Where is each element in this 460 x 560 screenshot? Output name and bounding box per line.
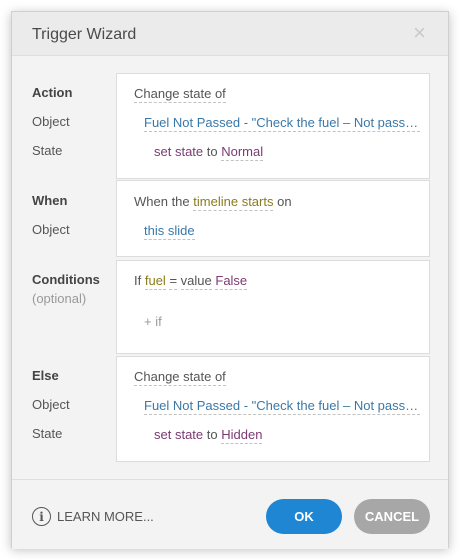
condition-value-dropdown[interactable]: False <box>215 273 248 290</box>
else-to-text: to <box>206 427 218 442</box>
on-text: on <box>277 194 292 209</box>
learn-more-label: LEARN MORE... <box>57 509 154 524</box>
value-type-dropdown[interactable]: value <box>180 273 212 290</box>
operator-dropdown[interactable]: = <box>169 273 178 290</box>
conditions-optional-label: (optional) <box>32 291 87 306</box>
else-state-dropdown[interactable]: Hidden <box>221 427 263 444</box>
else-action-dropdown[interactable]: Change state of <box>134 369 226 386</box>
action-state-dropdown[interactable]: Normal <box>221 144 264 161</box>
when-panel: When the timeline starts on this slide <box>116 180 430 257</box>
else-object-dropdown[interactable]: Fuel Not Passed - "Check the fuel – Not … <box>144 398 420 415</box>
action-label: Action <box>32 85 73 100</box>
dialog-footer: i LEARN MORE... OK CANCEL <box>12 479 448 549</box>
cancel-button[interactable]: CANCEL <box>354 499 430 534</box>
add-if-link[interactable]: + if <box>144 314 162 329</box>
when-label: When <box>32 193 68 208</box>
action-object-dropdown[interactable]: Fuel Not Passed - "Check the fuel – Not … <box>144 115 420 132</box>
action-panel: Change state of Fuel Not Passed - "Check… <box>116 73 430 179</box>
action-object-label: Object <box>32 114 70 129</box>
when-object-dropdown[interactable]: this slide <box>144 223 195 240</box>
set-state-label: set state <box>154 144 204 159</box>
else-panel: Change state of Fuel Not Passed - "Check… <box>116 356 430 462</box>
dialog-titlebar: Trigger Wizard × <box>12 12 448 56</box>
action-state-label: State <box>32 143 63 158</box>
close-icon[interactable]: × <box>413 22 426 44</box>
else-state-label: State <box>32 426 63 441</box>
conditions-panel: If fuel = value False + if <box>116 260 430 354</box>
to-text: to <box>206 144 218 159</box>
event-dropdown[interactable]: timeline starts <box>193 194 274 211</box>
action-dropdown[interactable]: Change state of <box>134 86 226 103</box>
learn-more-link[interactable]: i LEARN MORE... <box>32 507 154 526</box>
dialog-title: Trigger Wizard <box>32 26 137 43</box>
if-text: If <box>134 273 142 288</box>
trigger-wizard-dialog: Trigger Wizard × Action Object State Cha… <box>11 11 449 549</box>
else-label: Else <box>32 368 59 383</box>
else-set-state-label: set state <box>154 427 204 442</box>
variable-dropdown[interactable]: fuel <box>144 273 166 290</box>
info-icon: i <box>32 507 51 526</box>
when-object-label: Object <box>32 222 70 237</box>
else-object-label: Object <box>32 397 70 412</box>
conditions-label: Conditions <box>32 272 100 287</box>
when-prefix: When the <box>134 194 190 209</box>
ok-button[interactable]: OK <box>266 499 342 534</box>
